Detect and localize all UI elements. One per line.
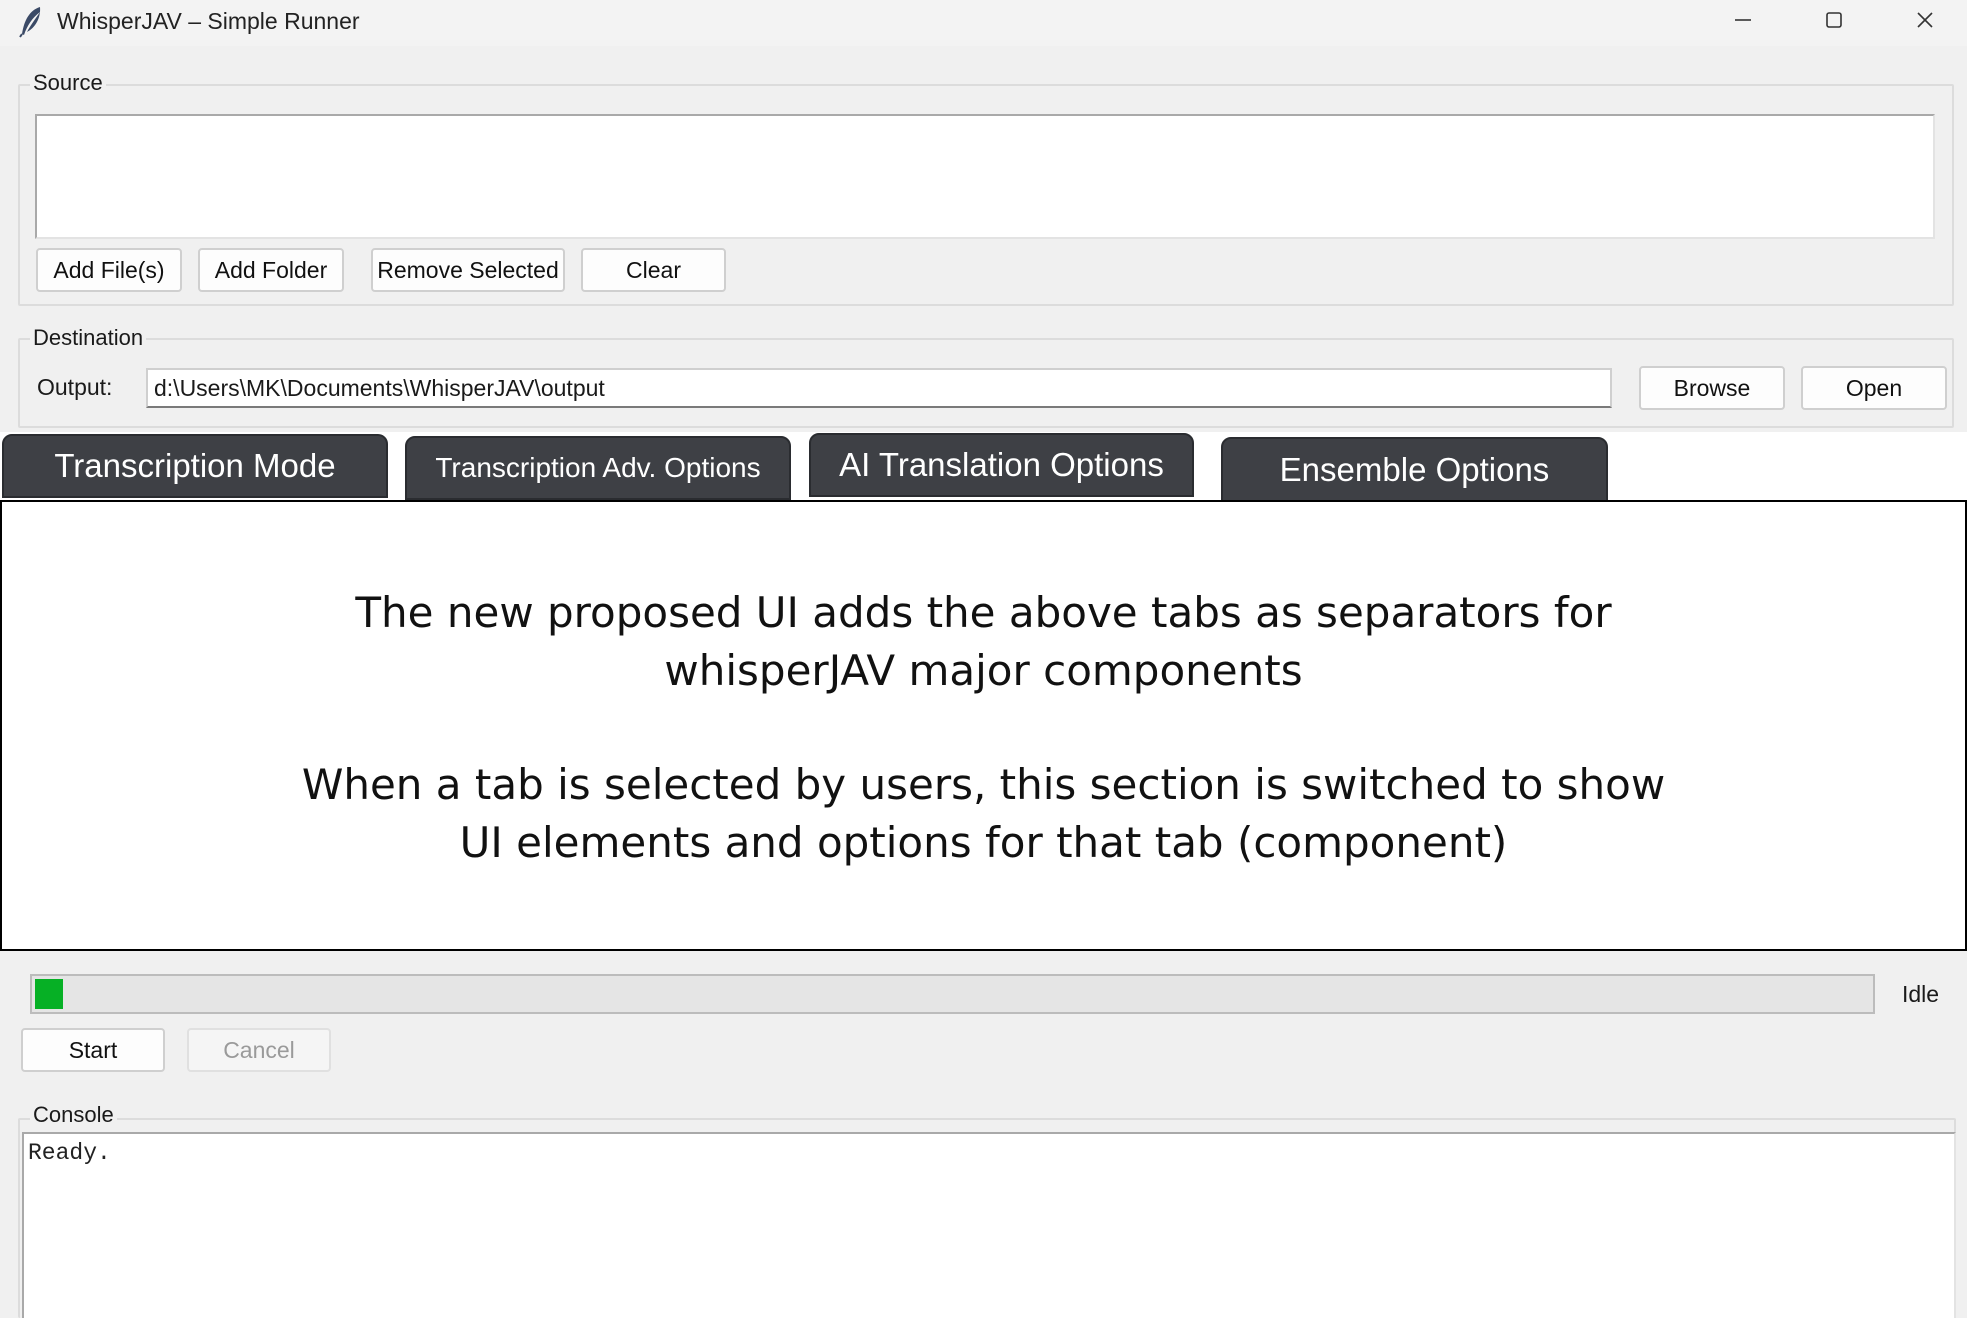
output-path-field[interactable]: d:\Users\MK\Documents\WhisperJAV\output [146, 368, 1612, 408]
close-button[interactable] [1880, 0, 1967, 44]
tab-strip: Transcription Mode Transcription Adv. Op… [0, 432, 1967, 503]
clear-button[interactable]: Clear [581, 248, 726, 292]
close-icon [1916, 11, 1934, 34]
console-label: Console [30, 1102, 117, 1128]
title-bar[interactable]: WhisperJAV – Simple Runner [0, 0, 1967, 46]
open-button[interactable]: Open [1801, 366, 1947, 410]
progress-bar [30, 974, 1875, 1014]
add-files-button[interactable]: Add File(s) [36, 248, 182, 292]
tab-content-panel: The new proposed UI adds the above tabs … [0, 500, 1967, 951]
app-window: WhisperJAV – Simple Runner Source Add Fi… [0, 0, 1967, 1318]
source-file-list[interactable] [35, 114, 1935, 239]
remove-selected-button[interactable]: Remove Selected [371, 248, 565, 292]
content-note-line2: whisperJAV major components [664, 646, 1303, 695]
window-title: WhisperJAV – Simple Runner [57, 8, 360, 34]
browse-button[interactable]: Browse [1639, 366, 1785, 410]
minimize-button[interactable] [1698, 0, 1788, 44]
maximize-icon [1825, 11, 1843, 34]
content-note-line4: UI elements and options for that tab (co… [459, 818, 1508, 867]
tab-ensemble-options[interactable]: Ensemble Options [1221, 437, 1608, 503]
source-label: Source [30, 70, 106, 96]
status-label: Idle [1902, 981, 1940, 1007]
tab-ai-translation-options[interactable]: AI Translation Options [809, 433, 1194, 497]
cancel-button[interactable]: Cancel [187, 1028, 331, 1072]
maximize-button[interactable] [1789, 0, 1879, 44]
console-output[interactable]: Ready. [22, 1132, 1956, 1318]
destination-label: Destination [30, 325, 147, 351]
minimize-icon [1734, 11, 1752, 34]
progress-fill [35, 979, 63, 1009]
tab-transcription-mode[interactable]: Transcription Mode [2, 434, 388, 498]
add-folder-button[interactable]: Add Folder [198, 248, 344, 292]
tab-transcription-adv-options[interactable]: Transcription Adv. Options [405, 436, 791, 500]
output-label: Output: [37, 374, 113, 400]
content-note-line1: The new proposed UI adds the above tabs … [355, 588, 1612, 637]
start-button[interactable]: Start [21, 1028, 165, 1072]
feather-icon [18, 6, 46, 38]
content-note-line3: When a tab is selected by users, this se… [301, 760, 1666, 809]
